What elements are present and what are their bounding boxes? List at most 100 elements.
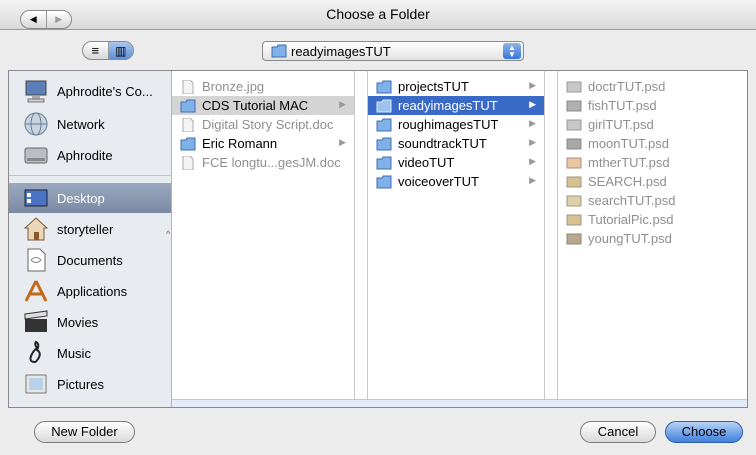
list-item[interactable]: girlTUT.psd [558, 115, 747, 134]
forward-arrow-icon: ▶ [55, 14, 63, 24]
sidebar: Aphrodite's Co... Network Aphrodite Desk… [9, 71, 172, 407]
list-item[interactable]: mtherTUT.psd [558, 153, 747, 172]
list-item[interactable]: Digital Story Script.doc [172, 115, 354, 134]
list-item[interactable]: readyimagesTUT ▶ [368, 96, 544, 115]
file-browser: Aphrodite's Co... Network Aphrodite Desk… [8, 70, 748, 408]
sidebar-item-movies[interactable]: Movies [9, 307, 171, 337]
disclosure-arrow-icon: ▶ [339, 137, 346, 147]
file-icon [182, 155, 194, 170]
image-file-icon [566, 214, 582, 225]
choose-button[interactable]: Choose [665, 421, 743, 443]
list-item[interactable]: searchTUT.psd [558, 191, 747, 210]
cancel-button[interactable]: Cancel [580, 421, 656, 443]
browser-column-2: projectsTUT ▶ readyimagesTUT ▶ roughimag… [367, 71, 545, 401]
horizontal-scrollbar[interactable] [172, 399, 747, 407]
network-globe-icon [24, 112, 48, 136]
item-label: readyimagesTUT [398, 98, 498, 113]
folder-icon [376, 118, 392, 131]
disclosure-arrow-icon: ▶ [529, 118, 536, 128]
item-label: youngTUT.psd [588, 231, 672, 246]
back-button[interactable]: ◀ [21, 11, 47, 28]
list-item[interactable]: Eric Romann ▶ [172, 134, 354, 153]
window-title-bar[interactable]: Choose a Folder [0, 0, 756, 30]
list-item[interactable]: Bronze.jpg [172, 77, 354, 96]
sidebar-item-label: Desktop [57, 190, 105, 206]
item-label: projectsTUT [398, 79, 469, 94]
sidebar-resize-handle[interactable]: ^ [166, 229, 170, 239]
desktop-icon [24, 189, 48, 207]
file-icon [182, 79, 194, 94]
image-file-icon [566, 119, 582, 130]
item-label: TutorialPic.psd [588, 212, 674, 227]
column-view-icon: ▥ [115, 43, 127, 58]
item-label: mtherTUT.psd [588, 155, 670, 170]
folder-icon [376, 137, 392, 150]
image-file-icon [566, 81, 582, 92]
sidebar-item-label: Aphrodite's Co... [57, 83, 153, 99]
folder-icon [180, 99, 196, 112]
sidebar-item-label: Documents [57, 252, 123, 268]
list-item[interactable]: voiceoverTUT ▶ [368, 172, 544, 191]
list-item[interactable]: FCE longtu...gesJM.doc [172, 153, 354, 172]
folder-icon [180, 137, 196, 150]
image-file-icon [566, 100, 582, 111]
disclosure-arrow-icon: ▶ [529, 175, 536, 185]
disclosure-arrow-icon: ▶ [529, 156, 536, 166]
item-label: soundtrackTUT [398, 136, 487, 151]
sidebar-item-storyteller[interactable]: storyteller [9, 214, 171, 244]
back-arrow-icon: ◀ [29, 14, 37, 24]
path-popup-menu[interactable]: readyimagesTUT ▲ ▼ [262, 41, 524, 61]
disclosure-arrow-icon: ▶ [529, 137, 536, 147]
column-view-button[interactable]: ▥ [108, 42, 133, 59]
movies-icon [24, 310, 48, 332]
sidebar-item-label: Music [57, 345, 91, 361]
disclosure-arrow-icon: ▶ [339, 99, 346, 109]
list-item[interactable]: doctrTUT.psd [558, 77, 747, 96]
sidebar-item-label: Applications [57, 283, 128, 299]
view-mode-control: ≡ ▥ [82, 41, 134, 60]
image-file-icon [566, 157, 582, 168]
path-popup-label: readyimagesTUT [291, 44, 391, 59]
sidebar-item-label: storyteller [57, 221, 114, 237]
list-item[interactable]: youngTUT.psd [558, 229, 747, 248]
choose-label: Choose [681, 424, 727, 439]
home-icon [23, 217, 49, 241]
list-item[interactable]: fishTUT.psd [558, 96, 747, 115]
list-item[interactable]: projectsTUT ▶ [368, 77, 544, 96]
sidebar-item-music[interactable]: Music [9, 338, 171, 368]
computer-icon [25, 80, 47, 103]
music-icon [29, 340, 41, 363]
list-item[interactable]: videoTUT ▶ [368, 153, 544, 172]
new-folder-button[interactable]: New Folder [34, 421, 135, 443]
sidebar-item-desktop[interactable]: Desktop [9, 183, 171, 213]
forward-button[interactable]: ▶ [47, 11, 72, 28]
item-label: videoTUT [398, 155, 455, 170]
list-item[interactable]: CDS Tutorial MAC ▶ [172, 96, 354, 115]
hard-disk-icon [24, 147, 48, 164]
list-item[interactable]: roughimagesTUT ▶ [368, 115, 544, 134]
item-label: moonTUT.psd [588, 136, 669, 151]
sidebar-item-network[interactable]: Network [9, 109, 171, 139]
list-item[interactable]: TutorialPic.psd [558, 210, 747, 229]
disclosure-arrow-icon: ▶ [529, 99, 536, 109]
sidebar-item-documents[interactable]: Documents [9, 245, 171, 275]
sidebar-item-applications[interactable]: Applications [9, 276, 171, 306]
sidebar-item-pictures[interactable]: Pictures [9, 369, 171, 399]
list-item[interactable]: moonTUT.psd [558, 134, 747, 153]
item-label: roughimagesTUT [398, 117, 499, 132]
sidebar-item-computer[interactable]: Aphrodite's Co... [9, 76, 171, 106]
pictures-icon [25, 374, 47, 394]
list-view-button[interactable]: ≡ [83, 42, 109, 59]
file-icon [182, 117, 194, 132]
folder-icon [376, 156, 392, 169]
documents-icon [27, 248, 46, 272]
browser-column-1: Bronze.jpg CDS Tutorial MAC ▶ Digital St… [172, 71, 355, 401]
applications-icon [24, 280, 48, 302]
image-file-icon [566, 176, 582, 187]
list-item[interactable]: soundtrackTUT ▶ [368, 134, 544, 153]
list-item[interactable]: SEARCH.psd [558, 172, 747, 191]
item-label: fishTUT.psd [588, 98, 657, 113]
folder-icon [376, 175, 392, 188]
sidebar-item-aphrodite[interactable]: Aphrodite [9, 140, 171, 170]
image-file-icon [566, 195, 582, 206]
